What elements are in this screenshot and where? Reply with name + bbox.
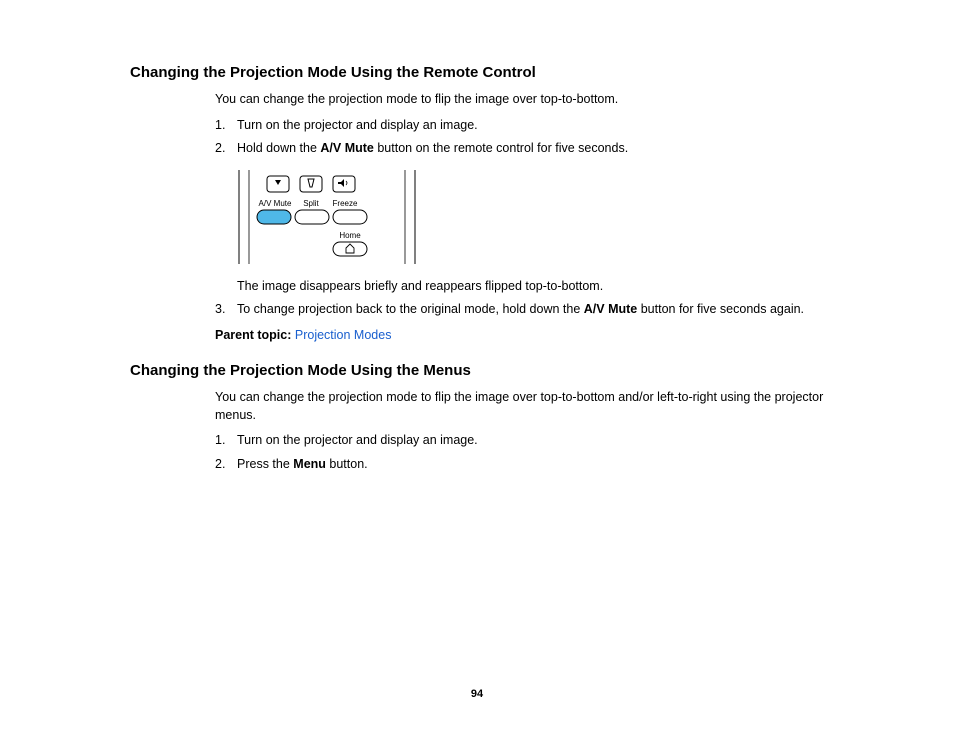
section1-after-figure: The image disappears briefly and reappea… [237, 278, 824, 296]
home-label: Home [339, 231, 361, 240]
step-text: Turn on the projector and display an ima… [237, 117, 824, 135]
step-text: Turn on the projector and display an ima… [237, 432, 824, 450]
step-text: Press the Menu button. [237, 456, 824, 474]
step-number: 2. [215, 456, 237, 474]
step-number: 3. [215, 301, 237, 319]
remote-control-svg: A/V Mute Split Freeze Home [237, 170, 417, 264]
step-number: 1. [215, 432, 237, 450]
parent-topic-link[interactable]: Projection Modes [295, 328, 392, 342]
avmute-button-icon [257, 210, 291, 224]
step-number: 2. [215, 140, 237, 158]
step-number: 1. [215, 117, 237, 135]
section2-intro: You can change the projection mode to fl… [215, 389, 824, 424]
section2-step1: 1. Turn on the projector and display an … [215, 432, 824, 450]
section1-step1: 1. Turn on the projector and display an … [215, 117, 824, 135]
section1-step3: 3. To change projection back to the orig… [215, 301, 824, 319]
freeze-button-icon [333, 210, 367, 224]
page-number: 94 [0, 688, 954, 700]
section1-step2: 2. Hold down the A/V Mute button on the … [215, 140, 824, 158]
avmute-label: A/V Mute [259, 199, 292, 208]
section1-intro: You can change the projection mode to fl… [215, 91, 824, 109]
section2-heading: Changing the Projection Mode Using the M… [130, 362, 824, 379]
remote-control-figure: A/V Mute Split Freeze Home [237, 170, 824, 264]
parent-topic: Parent topic: Projection Modes [215, 327, 824, 345]
split-label: Split [303, 199, 319, 208]
step-text: Hold down the A/V Mute button on the rem… [237, 140, 824, 158]
step-text: To change projection back to the origina… [237, 301, 824, 319]
section1-heading: Changing the Projection Mode Using the R… [130, 64, 824, 81]
section2-step2: 2. Press the Menu button. [215, 456, 824, 474]
freeze-label: Freeze [333, 199, 358, 208]
split-button-icon [295, 210, 329, 224]
